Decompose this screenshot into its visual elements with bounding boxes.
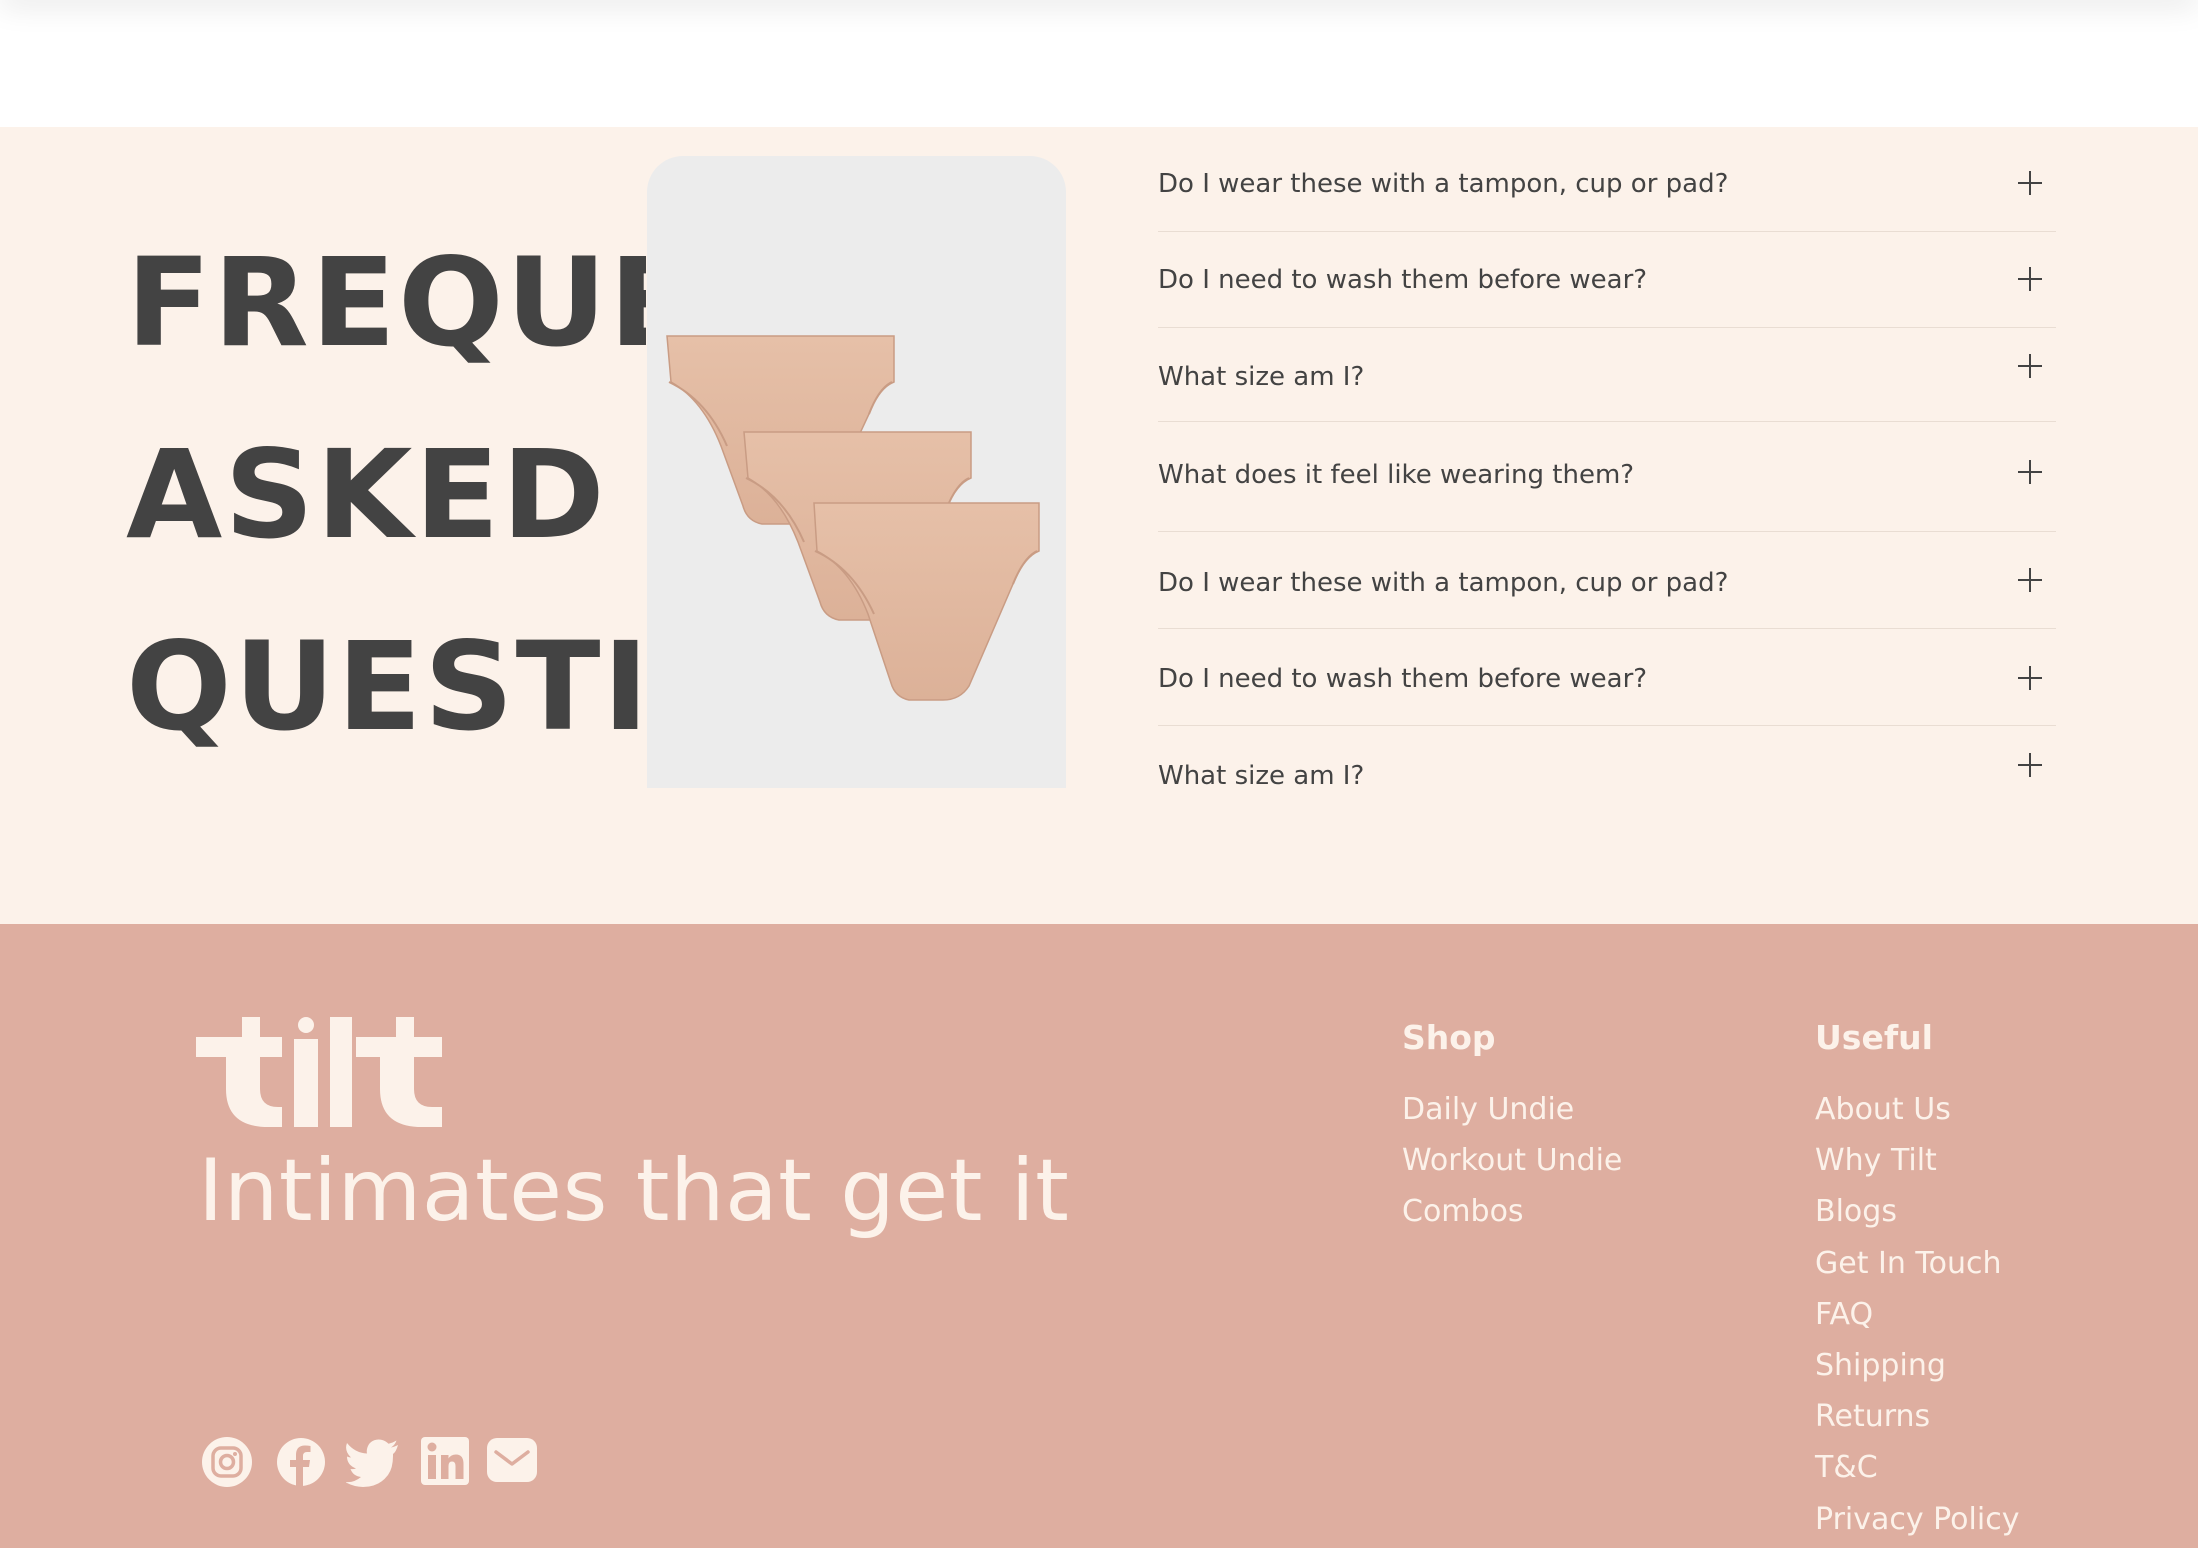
faq-item[interactable]: Do I need to wash them before wear? <box>1158 628 2056 726</box>
footer-link-faq[interactable]: FAQ <box>1815 1289 2019 1340</box>
footer-link-about-us[interactable]: About Us <box>1815 1084 2019 1135</box>
product-image <box>647 156 1066 788</box>
top-header-area <box>0 0 2198 127</box>
facebook-icon[interactable] <box>274 1435 328 1489</box>
faq-item[interactable]: Do I wear these with a tampon, cup or pa… <box>1158 531 2056 629</box>
faq-item[interactable]: Do I need to wash them before wear? <box>1158 231 2056 328</box>
faq-heading-line-3: QUESTIONS <box>126 616 646 758</box>
plus-icon[interactable] <box>2018 354 2042 378</box>
plus-icon[interactable] <box>2018 171 2042 195</box>
shop-links: Daily Undie Workout Undie Combos <box>1402 1084 1622 1238</box>
faq-item[interactable]: Do I wear these with a tampon, cup or pa… <box>1158 155 2056 232</box>
faq-item[interactable]: What size am I? <box>1158 327 2056 422</box>
footer-tagline: Intimates that get it <box>198 1141 1070 1241</box>
email-icon[interactable] <box>486 1435 540 1489</box>
useful-column-title: Useful <box>1815 1018 1933 1057</box>
footer-link-combos[interactable]: Combos <box>1402 1186 1622 1237</box>
faq-heading-line-1: FREQUENTLY <box>126 232 646 374</box>
faq-question[interactable]: Do I need to wash them before wear? <box>1158 664 1647 694</box>
faq-item[interactable]: What size am I? <box>1158 725 2056 815</box>
footer-link-why-tilt[interactable]: Why Tilt <box>1815 1135 2019 1186</box>
footer-link-blogs[interactable]: Blogs <box>1815 1186 2019 1237</box>
instagram-icon[interactable] <box>200 1435 254 1489</box>
footer-link-daily-undie[interactable]: Daily Undie <box>1402 1084 1622 1135</box>
twitter-icon[interactable] <box>345 1435 400 1489</box>
plus-icon[interactable] <box>2018 568 2042 592</box>
footer-link-shipping[interactable]: Shipping <box>1815 1340 2019 1391</box>
faq-heading-line-2: ASKED <box>126 424 607 566</box>
footer-link-workout-undie[interactable]: Workout Undie <box>1402 1135 1622 1186</box>
faq-question[interactable]: Do I wear these with a tampon, cup or pa… <box>1158 169 1728 199</box>
briefs-illustration <box>666 335 1040 701</box>
faq-question[interactable]: Do I need to wash them before wear? <box>1158 265 1647 295</box>
plus-icon[interactable] <box>2018 666 2042 690</box>
plus-icon[interactable] <box>2018 753 2042 777</box>
faq-item[interactable]: What does it feel like wearing them? <box>1158 421 2056 532</box>
plus-icon[interactable] <box>2018 460 2042 484</box>
footer-link-privacy-policy[interactable]: Privacy Policy <box>1815 1494 2019 1545</box>
faq-question[interactable]: What size am I? <box>1158 362 1364 392</box>
faq-question[interactable]: What size am I? <box>1158 761 1364 791</box>
footer-link-get-in-touch[interactable]: Get In Touch <box>1815 1238 2019 1289</box>
footer: Intimates that get it Shop Daily Undie W… <box>0 924 2198 1548</box>
faq-heading: FREQUENTLY ASKED QUESTIONS <box>126 207 646 767</box>
plus-icon[interactable] <box>2018 267 2042 291</box>
footer-link-returns[interactable]: Returns <box>1815 1391 2019 1442</box>
shop-column-title: Shop <box>1402 1018 1496 1057</box>
footer-link-tc[interactable]: T&C <box>1815 1442 2019 1493</box>
faq-question[interactable]: Do I wear these with a tampon, cup or pa… <box>1158 568 1728 598</box>
faq-section: FREQUENTLY ASKED QUESTIONS <box>0 127 2198 924</box>
linkedin-icon[interactable] <box>419 1435 473 1489</box>
tilt-logo[interactable] <box>196 1017 442 1134</box>
useful-links: About Us Why Tilt Blogs Get In Touch FAQ… <box>1815 1084 2019 1545</box>
faq-question[interactable]: What does it feel like wearing them? <box>1158 460 1634 490</box>
